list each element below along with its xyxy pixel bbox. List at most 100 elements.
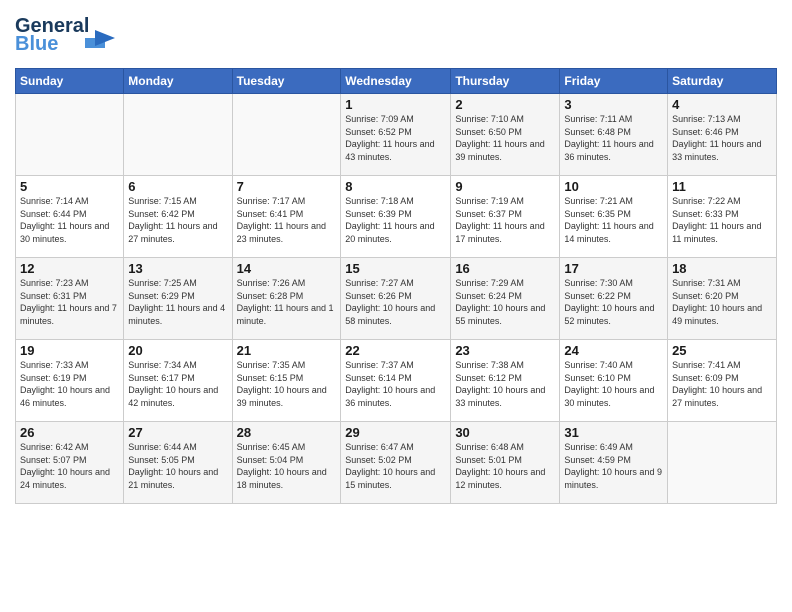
- calendar-cell: 17Sunrise: 7:30 AMSunset: 6:22 PMDayligh…: [560, 258, 668, 340]
- calendar-cell: 25Sunrise: 7:41 AMSunset: 6:09 PMDayligh…: [668, 340, 777, 422]
- logo-svg: General Blue: [15, 10, 125, 55]
- day-number: 24: [564, 343, 663, 358]
- weekday-header-tuesday: Tuesday: [232, 69, 341, 94]
- day-number: 18: [672, 261, 772, 276]
- day-info: Sunrise: 6:49 AMSunset: 4:59 PMDaylight:…: [564, 441, 663, 491]
- day-number: 4: [672, 97, 772, 112]
- svg-text:Blue: Blue: [15, 33, 58, 55]
- day-number: 25: [672, 343, 772, 358]
- calendar-cell: 3Sunrise: 7:11 AMSunset: 6:48 PMDaylight…: [560, 94, 668, 176]
- day-info: Sunrise: 6:44 AMSunset: 5:05 PMDaylight:…: [128, 441, 227, 491]
- day-number: 21: [237, 343, 337, 358]
- calendar-week-1: 1Sunrise: 7:09 AMSunset: 6:52 PMDaylight…: [16, 94, 777, 176]
- calendar-cell: 23Sunrise: 7:38 AMSunset: 6:12 PMDayligh…: [451, 340, 560, 422]
- day-number: 13: [128, 261, 227, 276]
- header: General Blue: [15, 10, 777, 60]
- day-info: Sunrise: 7:21 AMSunset: 6:35 PMDaylight:…: [564, 195, 663, 245]
- day-number: 31: [564, 425, 663, 440]
- calendar-cell: 29Sunrise: 6:47 AMSunset: 5:02 PMDayligh…: [341, 422, 451, 504]
- day-number: 7: [237, 179, 337, 194]
- day-info: Sunrise: 7:17 AMSunset: 6:41 PMDaylight:…: [237, 195, 337, 245]
- calendar-cell: [668, 422, 777, 504]
- header-row: SundayMondayTuesdayWednesdayThursdayFrid…: [16, 69, 777, 94]
- day-number: 29: [345, 425, 446, 440]
- calendar-cell: 22Sunrise: 7:37 AMSunset: 6:14 PMDayligh…: [341, 340, 451, 422]
- calendar-cell: 4Sunrise: 7:13 AMSunset: 6:46 PMDaylight…: [668, 94, 777, 176]
- day-info: Sunrise: 7:10 AMSunset: 6:50 PMDaylight:…: [455, 113, 555, 163]
- weekday-header-sunday: Sunday: [16, 69, 124, 94]
- calendar-cell: 12Sunrise: 7:23 AMSunset: 6:31 PMDayligh…: [16, 258, 124, 340]
- calendar-cell: 24Sunrise: 7:40 AMSunset: 6:10 PMDayligh…: [560, 340, 668, 422]
- calendar-cell: 16Sunrise: 7:29 AMSunset: 6:24 PMDayligh…: [451, 258, 560, 340]
- calendar-cell: 2Sunrise: 7:10 AMSunset: 6:50 PMDaylight…: [451, 94, 560, 176]
- day-info: Sunrise: 7:18 AMSunset: 6:39 PMDaylight:…: [345, 195, 446, 245]
- day-info: Sunrise: 6:45 AMSunset: 5:04 PMDaylight:…: [237, 441, 337, 491]
- day-number: 27: [128, 425, 227, 440]
- day-number: 12: [20, 261, 119, 276]
- calendar-cell: 21Sunrise: 7:35 AMSunset: 6:15 PMDayligh…: [232, 340, 341, 422]
- calendar-cell: 5Sunrise: 7:14 AMSunset: 6:44 PMDaylight…: [16, 176, 124, 258]
- calendar-cell: 14Sunrise: 7:26 AMSunset: 6:28 PMDayligh…: [232, 258, 341, 340]
- day-number: 16: [455, 261, 555, 276]
- calendar-cell: 11Sunrise: 7:22 AMSunset: 6:33 PMDayligh…: [668, 176, 777, 258]
- day-info: Sunrise: 7:40 AMSunset: 6:10 PMDaylight:…: [564, 359, 663, 409]
- weekday-header-thursday: Thursday: [451, 69, 560, 94]
- day-number: 5: [20, 179, 119, 194]
- weekday-header-friday: Friday: [560, 69, 668, 94]
- day-number: 19: [20, 343, 119, 358]
- calendar-cell: [124, 94, 232, 176]
- calendar-week-2: 5Sunrise: 7:14 AMSunset: 6:44 PMDaylight…: [16, 176, 777, 258]
- day-number: 2: [455, 97, 555, 112]
- day-info: Sunrise: 7:29 AMSunset: 6:24 PMDaylight:…: [455, 277, 555, 327]
- calendar-cell: 20Sunrise: 7:34 AMSunset: 6:17 PMDayligh…: [124, 340, 232, 422]
- weekday-header-wednesday: Wednesday: [341, 69, 451, 94]
- calendar-cell: 26Sunrise: 6:42 AMSunset: 5:07 PMDayligh…: [16, 422, 124, 504]
- day-info: Sunrise: 7:09 AMSunset: 6:52 PMDaylight:…: [345, 113, 446, 163]
- day-number: 17: [564, 261, 663, 276]
- page-container: General Blue SundayMondayTuesdayWednesda…: [0, 0, 792, 514]
- day-info: Sunrise: 7:27 AMSunset: 6:26 PMDaylight:…: [345, 277, 446, 327]
- day-info: Sunrise: 6:47 AMSunset: 5:02 PMDaylight:…: [345, 441, 446, 491]
- calendar-cell: 31Sunrise: 6:49 AMSunset: 4:59 PMDayligh…: [560, 422, 668, 504]
- day-info: Sunrise: 7:14 AMSunset: 6:44 PMDaylight:…: [20, 195, 119, 245]
- calendar-cell: 27Sunrise: 6:44 AMSunset: 5:05 PMDayligh…: [124, 422, 232, 504]
- day-number: 1: [345, 97, 446, 112]
- day-number: 6: [128, 179, 227, 194]
- calendar-cell: 30Sunrise: 6:48 AMSunset: 5:01 PMDayligh…: [451, 422, 560, 504]
- day-number: 15: [345, 261, 446, 276]
- day-number: 9: [455, 179, 555, 194]
- calendar-cell: 1Sunrise: 7:09 AMSunset: 6:52 PMDaylight…: [341, 94, 451, 176]
- calendar-table: SundayMondayTuesdayWednesdayThursdayFrid…: [15, 68, 777, 504]
- day-number: 8: [345, 179, 446, 194]
- day-info: Sunrise: 7:15 AMSunset: 6:42 PMDaylight:…: [128, 195, 227, 245]
- calendar-cell: 7Sunrise: 7:17 AMSunset: 6:41 PMDaylight…: [232, 176, 341, 258]
- calendar-cell: 9Sunrise: 7:19 AMSunset: 6:37 PMDaylight…: [451, 176, 560, 258]
- day-info: Sunrise: 6:48 AMSunset: 5:01 PMDaylight:…: [455, 441, 555, 491]
- day-info: Sunrise: 7:19 AMSunset: 6:37 PMDaylight:…: [455, 195, 555, 245]
- day-number: 28: [237, 425, 337, 440]
- calendar-cell: 28Sunrise: 6:45 AMSunset: 5:04 PMDayligh…: [232, 422, 341, 504]
- day-number: 20: [128, 343, 227, 358]
- day-info: Sunrise: 7:33 AMSunset: 6:19 PMDaylight:…: [20, 359, 119, 409]
- logo: General Blue: [15, 10, 125, 60]
- day-number: 3: [564, 97, 663, 112]
- calendar-cell: 6Sunrise: 7:15 AMSunset: 6:42 PMDaylight…: [124, 176, 232, 258]
- day-info: Sunrise: 7:22 AMSunset: 6:33 PMDaylight:…: [672, 195, 772, 245]
- day-info: Sunrise: 7:25 AMSunset: 6:29 PMDaylight:…: [128, 277, 227, 327]
- day-number: 14: [237, 261, 337, 276]
- calendar-week-5: 26Sunrise: 6:42 AMSunset: 5:07 PMDayligh…: [16, 422, 777, 504]
- calendar-cell: [232, 94, 341, 176]
- day-number: 30: [455, 425, 555, 440]
- day-info: Sunrise: 7:38 AMSunset: 6:12 PMDaylight:…: [455, 359, 555, 409]
- calendar-cell: 10Sunrise: 7:21 AMSunset: 6:35 PMDayligh…: [560, 176, 668, 258]
- day-info: Sunrise: 7:26 AMSunset: 6:28 PMDaylight:…: [237, 277, 337, 327]
- weekday-header-saturday: Saturday: [668, 69, 777, 94]
- calendar-cell: 19Sunrise: 7:33 AMSunset: 6:19 PMDayligh…: [16, 340, 124, 422]
- day-info: Sunrise: 7:13 AMSunset: 6:46 PMDaylight:…: [672, 113, 772, 163]
- calendar-cell: 8Sunrise: 7:18 AMSunset: 6:39 PMDaylight…: [341, 176, 451, 258]
- day-info: Sunrise: 7:30 AMSunset: 6:22 PMDaylight:…: [564, 277, 663, 327]
- calendar-cell: 13Sunrise: 7:25 AMSunset: 6:29 PMDayligh…: [124, 258, 232, 340]
- day-info: Sunrise: 7:41 AMSunset: 6:09 PMDaylight:…: [672, 359, 772, 409]
- day-number: 10: [564, 179, 663, 194]
- day-number: 26: [20, 425, 119, 440]
